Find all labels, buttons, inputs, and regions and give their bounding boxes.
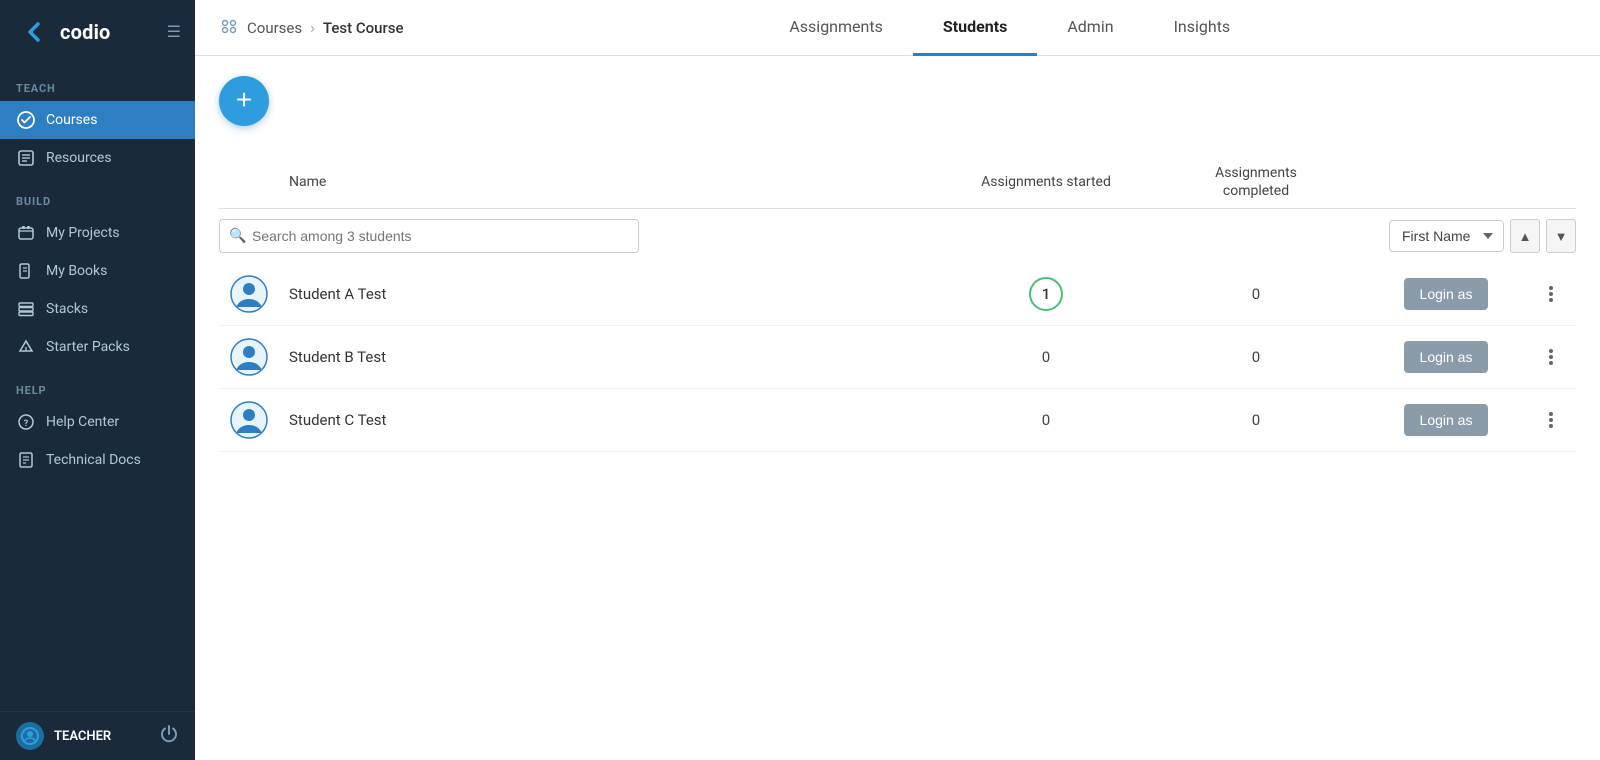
starter-packs-icon	[16, 337, 36, 357]
student-avatar-b	[219, 338, 279, 376]
help-center-icon: ?	[16, 412, 36, 432]
sidebar-item-stacks-label: Stacks	[46, 301, 88, 317]
search-input[interactable]	[219, 219, 639, 253]
sidebar-item-technical-docs[interactable]: Technical Docs	[0, 441, 195, 479]
sidebar-item-starter-packs[interactable]: Starter Packs	[0, 328, 195, 366]
main-content: Courses › Test Course Assignments Studen…	[195, 0, 1600, 760]
col-header-assignments-started: Assignments started	[946, 174, 1146, 190]
student-avatar-a	[219, 275, 279, 313]
sidebar-footer: TEACHER	[0, 711, 195, 760]
student-b-assignments-completed: 0	[1146, 348, 1366, 366]
breadcrumb-icon	[219, 16, 239, 40]
student-a-more-area	[1526, 282, 1576, 306]
sidebar-item-resources[interactable]: Resources	[0, 139, 195, 177]
sidebar-item-stacks[interactable]: Stacks	[0, 290, 195, 328]
breadcrumb-courses[interactable]: Courses	[247, 19, 302, 37]
table-row: Student B Test 0 0 Login as	[219, 326, 1576, 389]
student-b-login-area: Login as	[1366, 341, 1526, 373]
build-section-label: BUILD	[0, 177, 195, 214]
student-c-assignments-started: 0	[946, 411, 1146, 429]
power-icon[interactable]	[159, 724, 179, 749]
table-row: Student C Test 0 0 Login as	[219, 389, 1576, 452]
student-a-assignments-started: 1	[946, 277, 1146, 311]
sidebar-item-courses[interactable]: Courses	[0, 101, 195, 139]
login-as-button-b[interactable]: Login as	[1404, 341, 1489, 373]
sidebar-item-my-projects[interactable]: My Projects	[0, 214, 195, 252]
breadcrumb-separator: ›	[310, 18, 315, 37]
svg-text:?: ?	[24, 419, 29, 429]
tab-assignments[interactable]: Assignments	[759, 1, 913, 56]
logo-area: codio ☰	[0, 0, 195, 64]
login-as-button-c[interactable]: Login as	[1404, 404, 1489, 436]
sidebar-item-starter-packs-label: Starter Packs	[46, 339, 130, 355]
students-list: Student A Test 1 0 Login as	[219, 263, 1576, 452]
student-a-assignments-completed: 0	[1146, 285, 1366, 303]
help-section-label: HELP	[0, 366, 195, 403]
sidebar-item-help-center[interactable]: ? Help Center	[0, 403, 195, 441]
col-header-assignments-completed: Assignmentscompleted	[1146, 164, 1366, 200]
col-header-name: Name	[279, 174, 946, 190]
sort-controls: First Name Last Name Email ▲ ▼	[1389, 219, 1576, 253]
student-name-a: Student A Test	[279, 285, 946, 303]
footer-username: TEACHER	[54, 729, 159, 744]
my-books-icon	[16, 261, 36, 281]
my-projects-icon	[16, 223, 36, 243]
student-name-c: Student C Test	[279, 411, 946, 429]
sort-select[interactable]: First Name Last Name Email	[1389, 220, 1504, 252]
breadcrumb-current: Test Course	[323, 19, 404, 37]
resources-icon	[16, 148, 36, 168]
sidebar-item-courses-label: Courses	[46, 112, 97, 128]
courses-icon	[16, 110, 36, 130]
sidebar-item-resources-label: Resources	[46, 150, 112, 166]
more-menu-button-c[interactable]	[1541, 408, 1561, 432]
sort-descending-button[interactable]: ▼	[1546, 219, 1576, 253]
student-b-more-area	[1526, 345, 1576, 369]
technical-docs-icon	[16, 450, 36, 470]
table-header: Name Assignments started Assignmentscomp…	[219, 156, 1576, 209]
sidebar-item-help-center-label: Help Center	[46, 414, 119, 430]
search-sort-row: 🔍 First Name Last Name Email ▲ ▼	[219, 209, 1576, 263]
avatar	[16, 722, 44, 750]
student-c-login-area: Login as	[1366, 404, 1526, 436]
logo-text: codio	[60, 20, 111, 44]
topbar: Courses › Test Course Assignments Studen…	[195, 0, 1600, 56]
table-row: Student A Test 1 0 Login as	[219, 263, 1576, 326]
sidebar-item-my-projects-label: My Projects	[46, 225, 120, 241]
add-student-button[interactable]: +	[219, 76, 269, 126]
student-avatar-c	[219, 401, 279, 439]
student-c-assignments-completed: 0	[1146, 411, 1366, 429]
tab-admin[interactable]: Admin	[1037, 1, 1143, 56]
student-a-login-area: Login as	[1366, 278, 1526, 310]
tab-students[interactable]: Students	[913, 1, 1037, 56]
tabs: Assignments Students Admin Insights	[444, 0, 1576, 55]
search-icon: 🔍	[229, 228, 246, 244]
sidebar: codio ☰ TEACH Courses Resources BUILD	[0, 0, 195, 760]
toggle-sidebar-button[interactable]: ☰	[167, 22, 181, 42]
search-input-wrap: 🔍	[219, 219, 639, 253]
login-as-button-a[interactable]: Login as	[1404, 278, 1489, 310]
teach-section-label: TEACH	[0, 64, 195, 101]
content-area: + Name Assignments started Assignmentsco…	[195, 56, 1600, 760]
codio-logo-icon	[16, 14, 52, 50]
more-menu-button-b[interactable]	[1541, 345, 1561, 369]
student-name-b: Student B Test	[279, 348, 946, 366]
more-menu-button-a[interactable]	[1541, 282, 1561, 306]
stacks-icon	[16, 299, 36, 319]
sort-ascending-button[interactable]: ▲	[1510, 219, 1540, 253]
student-c-more-area	[1526, 408, 1576, 432]
sidebar-item-my-books-label: My Books	[46, 263, 107, 279]
student-b-assignments-started: 0	[946, 348, 1146, 366]
sidebar-item-my-books[interactable]: My Books	[0, 252, 195, 290]
sidebar-item-technical-docs-label: Technical Docs	[46, 452, 141, 468]
breadcrumb: Courses › Test Course	[219, 16, 404, 40]
tab-insights[interactable]: Insights	[1144, 1, 1261, 56]
